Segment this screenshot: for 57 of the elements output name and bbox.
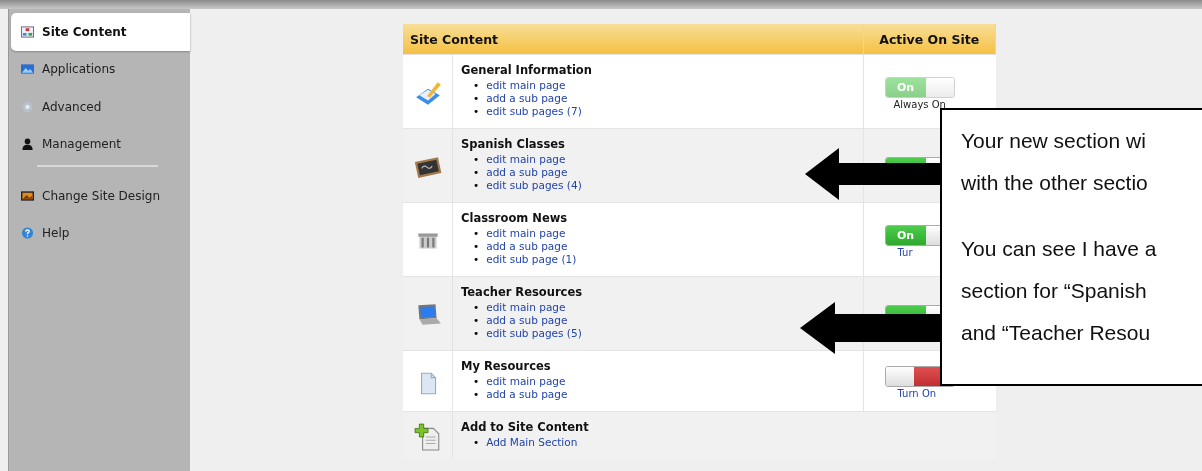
- column-header: Active On Site: [863, 24, 996, 55]
- picture-icon: [21, 63, 34, 76]
- page-link[interactable]: add a sub page: [486, 314, 568, 326]
- section-title: My Resources: [461, 359, 552, 373]
- page-link[interactable]: edit main page: [486, 301, 566, 313]
- bullet: •: [473, 166, 480, 178]
- column-header: Site Content: [403, 24, 863, 55]
- bullet: •: [473, 253, 480, 265]
- pencil-paper-icon: [413, 79, 442, 107]
- page-link[interactable]: add a sub page: [486, 388, 568, 400]
- page-link[interactable]: add a sub page: [486, 166, 568, 178]
- bullet: •: [473, 436, 480, 448]
- toggle-link[interactable]: Tur: [897, 246, 913, 259]
- page-link[interactable]: edit main page: [486, 79, 566, 91]
- callout-text: Your new section wi with the other sectio: [961, 128, 1149, 196]
- sitemap-icon: [21, 25, 34, 38]
- picture-icon: [21, 189, 34, 202]
- page-link[interactable]: edit main page: [486, 227, 566, 239]
- sidebar-item[interactable]: Site Content: [11, 13, 190, 51]
- bullet: •: [473, 327, 480, 339]
- sidebar-item[interactable]: Applications: [11, 50, 190, 88]
- toggle-link[interactable]: Turn On: [897, 388, 937, 400]
- bullet: •: [473, 153, 480, 165]
- callout-text: You can see I have a section for “Spanish and “Teacher Resou: [961, 236, 1158, 346]
- status-caption: Always On: [893, 98, 946, 111]
- bullet: •: [473, 79, 480, 91]
- page-link[interactable]: edit main page: [486, 153, 566, 165]
- document-plus-icon: [413, 423, 442, 451]
- help-icon: [21, 227, 34, 240]
- bullet: •: [473, 314, 480, 326]
- section-title: General Information: [461, 63, 593, 77]
- bullet: •: [473, 375, 480, 387]
- page-link[interactable]: add a sub page: [486, 240, 568, 252]
- person-icon: [21, 138, 34, 151]
- sidebar-item[interactable]: Management: [11, 125, 190, 163]
- gear-icon: [21, 100, 34, 113]
- page-link[interactable]: edit sub pages (4): [486, 179, 582, 191]
- page-link[interactable]: edit sub pages (5): [486, 327, 582, 339]
- sidebar-item[interactable]: Help: [11, 214, 190, 252]
- bullet: •: [473, 179, 480, 191]
- bullet: •: [473, 240, 480, 252]
- page-link[interactable]: edit sub page (1): [486, 253, 577, 265]
- bullet: •: [473, 227, 480, 239]
- section-title: Spanish Classes: [461, 137, 566, 151]
- sidebar-item[interactable]: Change Site Design: [11, 177, 190, 215]
- bullet: •: [473, 92, 480, 104]
- bullet: •: [473, 388, 480, 400]
- bullet: •: [473, 301, 480, 313]
- page-link[interactable]: edit sub pages (7): [486, 105, 582, 117]
- section-title: Classroom News: [461, 211, 569, 225]
- bullet: •: [473, 105, 480, 117]
- page-link[interactable]: edit main page: [486, 375, 566, 387]
- page-link[interactable]: add a sub page: [486, 92, 568, 104]
- sidebar-item[interactable]: Advanced: [11, 88, 190, 126]
- section-title: Add to Site Content: [461, 420, 590, 434]
- page-link[interactable]: Add Main Section: [486, 436, 578, 448]
- section-title: Teacher Resources: [461, 285, 584, 299]
